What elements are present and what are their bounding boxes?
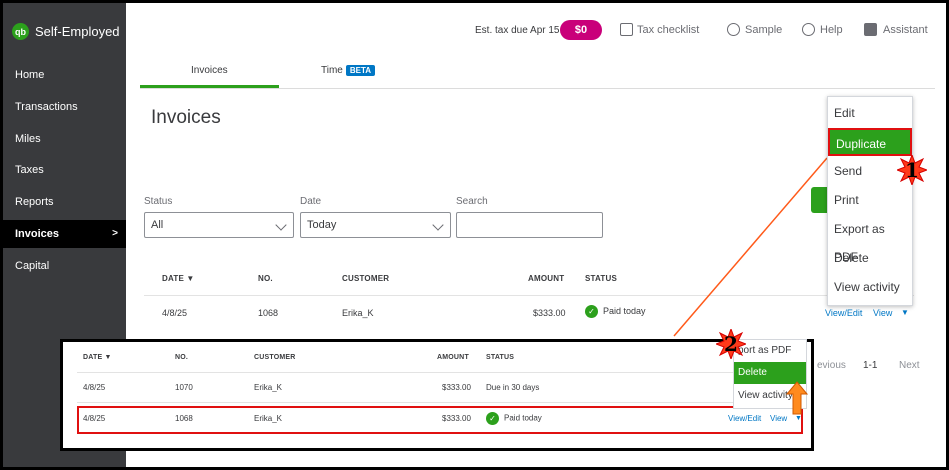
screenshot-frame: qb Self-Employed Home Transactions Miles… xyxy=(0,0,949,470)
menu-item-edit[interactable]: Edit xyxy=(828,99,912,127)
inset-cell-status: Due in 30 days xyxy=(486,383,540,392)
inset-divider xyxy=(77,372,803,373)
inset-zoom-panel: DATE ▼ NO. CUSTOMER AMOUNT STATUS 4/8/25… xyxy=(60,339,814,451)
menu-item-delete[interactable]: Delete xyxy=(828,244,912,272)
invoice-actions-menu: Edit Duplicate Send Print Export as PDF … xyxy=(827,96,913,306)
menu-item-print[interactable]: Print xyxy=(828,186,912,214)
inset-cell-date: 4/8/25 xyxy=(83,383,106,392)
callout-number: 1 xyxy=(905,158,919,182)
inset-col-no: NO. xyxy=(175,354,189,361)
inset-col-date: DATE ▼ xyxy=(83,354,112,361)
connector-line xyxy=(673,157,828,337)
callout-badge-2: 2 xyxy=(716,329,746,359)
callout-badge-1: 1 xyxy=(897,155,927,185)
arrow-up-icon xyxy=(786,381,808,415)
menu-item-view-activity[interactable]: View activity xyxy=(828,273,912,301)
menu-item-duplicate[interactable]: Duplicate xyxy=(828,128,912,156)
menu-item-export-pdf[interactable]: Export as PDF xyxy=(828,215,912,264)
inset-cell-amount: $333.00 xyxy=(442,383,471,392)
inset-divider xyxy=(77,402,803,403)
callout-number: 2 xyxy=(724,332,738,356)
highlight-box xyxy=(77,406,803,434)
inset-col-customer: CUSTOMER xyxy=(254,354,296,361)
inset-cell-customer: Erika_K xyxy=(254,383,283,392)
inset-cell-no: 1070 xyxy=(175,383,193,392)
inset-col-amount: AMOUNT xyxy=(437,354,469,361)
inset-col-status: STATUS xyxy=(486,354,515,361)
